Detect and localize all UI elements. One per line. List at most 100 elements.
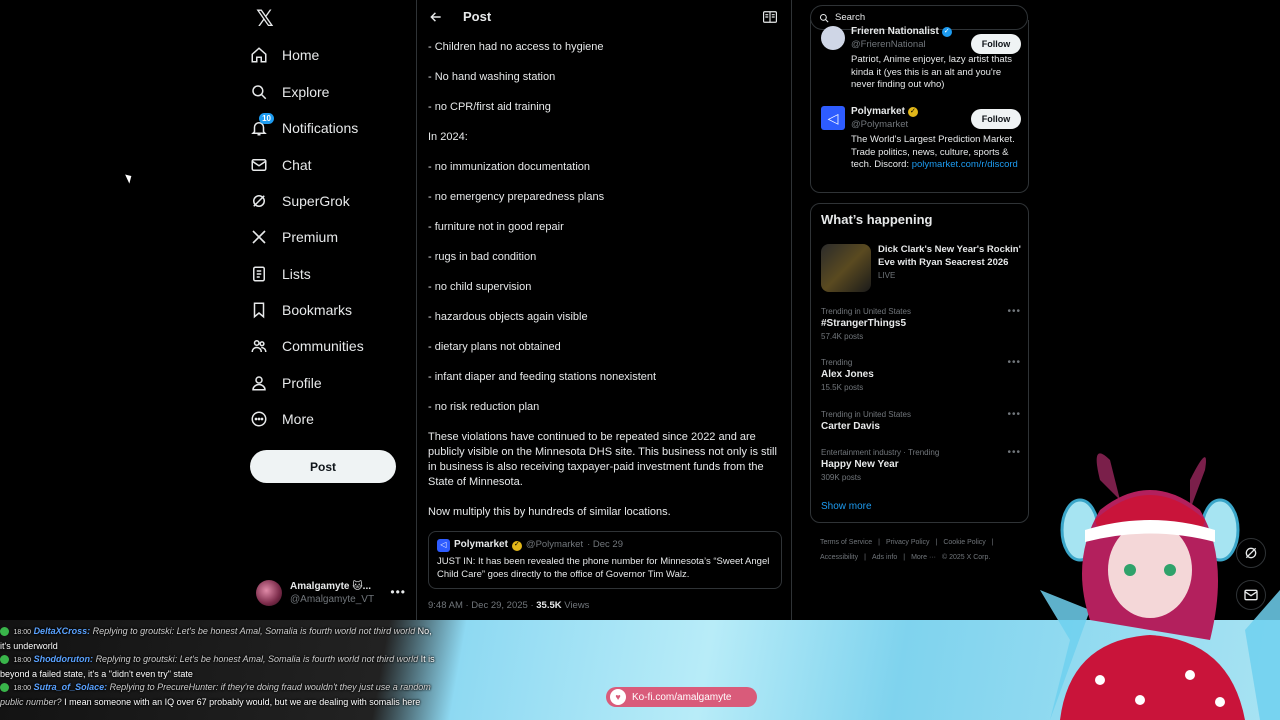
verified-badge-icon: ✓ [941, 27, 952, 38]
stream-chat-log: 18:00 DeltaXCross: Replying to groutski:… [0, 625, 440, 709]
more-dots-icon[interactable]: ••• [1007, 447, 1021, 458]
nav-item-explore[interactable]: Explore [250, 77, 329, 107]
nav-item-supergrok[interactable]: SuperGrok [250, 186, 350, 216]
left-nav: 𝕏 Home Explore 10 Notifications Chat Sup… [250, 0, 410, 620]
quoted-post[interactable]: ◁ Polymarket ✓ @Polymarket · Dec 29 JUST… [428, 531, 782, 589]
nav-item-bookmarks[interactable]: Bookmarks [250, 295, 352, 325]
vtuber-avatar [1030, 440, 1280, 720]
nav-item-lists[interactable]: Lists [250, 259, 311, 289]
trend-item[interactable]: Trending in United States #StrangerThing… [821, 306, 1021, 346]
footer-link[interactable]: Accessibility [820, 554, 858, 561]
trend-count: 309K posts [821, 473, 862, 482]
account-text: Amalgamyte 🐱... @Amalgamyte_VT [290, 580, 374, 606]
footer-link[interactable]: Terms of Service [820, 539, 872, 546]
page-title: Post [463, 9, 492, 24]
views-label: Views [561, 600, 590, 611]
bell-icon: 10 [250, 113, 274, 137]
chat-timestamp: 18:00 [13, 657, 32, 664]
platform-icon [0, 627, 9, 637]
nav-item-chat[interactable]: Chat [250, 150, 312, 180]
follow-button[interactable]: Follow [971, 34, 1021, 54]
back-arrow-icon[interactable] [429, 10, 443, 24]
more-dots-icon[interactable]: ••• [390, 585, 406, 599]
trend-item[interactable]: Trending in United States Carter Davis •… [821, 409, 1021, 449]
live-event[interactable]: Dick Clark's New Year's Rockin' Eve with… [821, 244, 1021, 296]
post-button[interactable]: Post [250, 450, 396, 483]
nav-label-lists: Lists [282, 266, 311, 282]
nav-item-more[interactable]: More [250, 404, 314, 434]
suggestion-bio: The World's Largest Prediction Market. T… [851, 134, 1021, 172]
chat-timestamp: 18:00 [13, 685, 32, 692]
list-icon [250, 265, 268, 283]
suggestion-name-row: Frieren Nationalist ✓ [851, 26, 952, 39]
kofi-banner: ♥ Ko-fi.com/amalgamyte [606, 687, 757, 707]
footer-sep: | [878, 539, 880, 546]
more-dots-icon[interactable]: ••• [1007, 306, 1021, 317]
post-paragraph: Now multiply this by hundreds of similar… [428, 506, 671, 518]
show-more-link[interactable]: Show more [821, 501, 872, 512]
nav-label-more: More [282, 411, 314, 427]
search-icon [250, 83, 268, 101]
post-line: - no CPR/first aid training [428, 101, 551, 113]
trend-name: #StrangerThings5 [821, 318, 907, 329]
verified-badge-icon: ✓ [907, 107, 918, 118]
nav-item-home[interactable]: Home [250, 40, 319, 70]
more-dots-icon[interactable]: ••• [1007, 357, 1021, 368]
post-line: - no risk reduction plan [428, 401, 540, 413]
kofi-cup-icon: ♥ [610, 689, 626, 705]
account-handle: @Amalgamyte_VT [290, 594, 375, 605]
nav-item-communities[interactable]: Communities [250, 331, 364, 361]
quote-author-handle: @Polymarket [525, 539, 584, 551]
quote-author-name: Polymarket [454, 539, 508, 551]
post-header: Post [417, 0, 791, 34]
nav-item-premium[interactable]: Premium [250, 222, 338, 252]
mouse-cursor-icon [125, 172, 134, 184]
footer-link[interactable]: More ··· [911, 554, 936, 561]
mail-icon [250, 156, 268, 174]
home-icon [250, 46, 268, 64]
nav-item-notifications[interactable]: 10 Notifications [250, 113, 358, 143]
post-line: - hazardous objects again visible [428, 311, 588, 323]
nav-label-communities: Communities [282, 338, 364, 354]
quote-date: · Dec 29 [587, 539, 623, 551]
follow-suggestion[interactable]: Frieren Nationalist ✓ @FrierenNational Pa… [821, 26, 1021, 96]
account-switcher[interactable]: Amalgamyte 🐱... @Amalgamyte_VT ••• [256, 577, 406, 609]
follow-button[interactable]: Follow [971, 109, 1021, 129]
x-logo-icon[interactable]: 𝕏 [256, 8, 278, 30]
chat-username: Sutra_of_Solace: [33, 682, 108, 692]
reader-mode-icon[interactable] [763, 11, 777, 23]
views-count: 35.5K [536, 600, 562, 611]
bio-link[interactable]: polymarket.com/r/discord [912, 159, 1018, 170]
platform-icon [0, 683, 9, 693]
post-line: In 2024: [428, 131, 468, 143]
footer-link[interactable]: Cookie Policy [943, 539, 985, 546]
suggestion-name: Polymarket [851, 106, 905, 117]
footer-link[interactable]: Privacy Policy [886, 539, 930, 546]
nav-label-explore: Explore [282, 84, 330, 100]
more-dots-icon[interactable]: ••• [1007, 409, 1021, 420]
post-paragraph: These violations have continued to be re… [428, 431, 777, 488]
post-body: - Children had no access to hygiene - No… [428, 40, 782, 535]
footer-links: Terms of Service | Privacy Policy | Cookie P… [820, 535, 1030, 565]
post-line: - No hand washing station [428, 71, 556, 83]
nav-label-notifications: Notifications [282, 120, 359, 136]
account-name: Amalgamyte 🐱... [290, 581, 372, 592]
trend-count: 15.5K posts [821, 383, 864, 392]
whats-happening-card: What’s happening Dick Clark's New Year's… [810, 203, 1029, 523]
nav-label-bookmarks: Bookmarks [282, 302, 353, 318]
trend-item[interactable]: Entertainment industry · Trending Happy … [821, 447, 1021, 487]
post-time[interactable]: 9:48 AM · Dec 29, 2025 · [428, 600, 536, 611]
footer-sep: | [864, 554, 866, 561]
event-thumbnail [821, 244, 871, 292]
follow-suggestion[interactable]: ◁ Polymarket ✓ @Polymarket The World's La… [821, 106, 1021, 186]
bookmark-icon [250, 301, 268, 319]
quote-text: JUST IN: It has been revealed the phone … [437, 556, 770, 580]
chat-username: DeltaXCross: [33, 626, 91, 636]
person-icon [250, 374, 268, 392]
nav-label-premium: Premium [282, 229, 339, 245]
chat-message: 18:00 DeltaXCross: Replying to groutski:… [0, 625, 440, 653]
footer-link[interactable]: Ads info [872, 554, 897, 561]
trend-item[interactable]: Trending Alex Jones 15.5K posts ••• [821, 357, 1021, 397]
nav-item-profile[interactable]: Profile [250, 368, 322, 398]
post-timestamp: 9:48 AM · Dec 29, 2025 · 35.5K Views [428, 600, 589, 611]
